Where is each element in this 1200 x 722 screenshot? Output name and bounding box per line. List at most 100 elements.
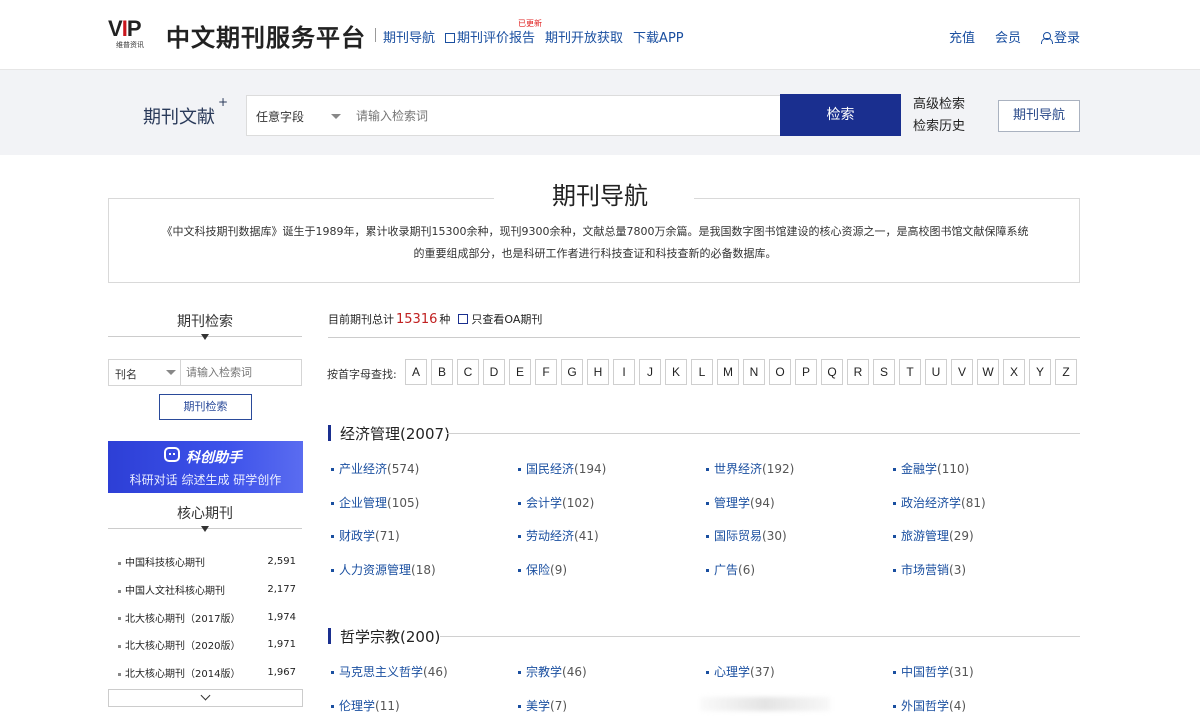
oa-only-checkbox[interactable] [458, 314, 469, 324]
subcategory-link[interactable]: 伦理学(11) [331, 697, 400, 714]
letter-w-button[interactable]: W [977, 359, 999, 385]
subcategory-link[interactable]: 美学(7) [518, 697, 567, 714]
letter-v-button[interactable]: V [951, 359, 973, 385]
subcategory-link[interactable]: 外国哲学(4) [893, 697, 966, 714]
letter-o-button[interactable]: O [769, 359, 791, 385]
core-journal-item[interactable]: 北大核心期刊（2020版） 1,971 [118, 631, 296, 659]
vip-logo[interactable]: VIP 维普资讯 [108, 18, 160, 50]
subcategory-link[interactable]: 政治经济学(81) [893, 494, 986, 511]
core-journal-item[interactable]: 北大核心期刊（2017版） 1,974 [118, 603, 296, 631]
letter-x-button[interactable]: X [1003, 359, 1025, 385]
page-title: 期刊导航 [552, 182, 648, 210]
subcategory-link[interactable]: 管理学(94) [706, 494, 775, 511]
membership-link[interactable]: 会员 [995, 27, 1021, 46]
subcategory-count: (81) [961, 495, 986, 510]
core-journal-item[interactable]: 中国科技核心期刊 2,591 [118, 548, 296, 576]
recharge-link[interactable]: 充值 [949, 27, 975, 46]
letter-p-button[interactable]: P [795, 359, 817, 385]
journal-search-button[interactable]: 期刊检索 [159, 394, 252, 420]
ai-assistant-banner[interactable]: 科创助手 科研对话 综述生成 研学创作 [108, 441, 303, 493]
advanced-search-link[interactable]: 高级检索 [913, 94, 965, 116]
core-journal-item[interactable]: 中国人文社科核心期刊 2,177 [118, 576, 296, 604]
subcategory-link[interactable]: 马克思主义哲学(46) [331, 663, 448, 680]
letter-k-button[interactable]: K [665, 359, 687, 385]
subcategory-name: 马克思主义哲学 [339, 665, 424, 679]
letter-l-button[interactable]: L [691, 359, 713, 385]
journal-nav-button[interactable]: 期刊导航 [998, 100, 1080, 132]
nav-open-access[interactable]: 期刊开放获取 [545, 27, 623, 46]
letter-a-button[interactable]: A [405, 359, 427, 385]
subcategory-count: (37) [750, 665, 775, 679]
letter-h-button[interactable]: H [587, 359, 609, 385]
letter-u-button[interactable]: U [925, 359, 947, 385]
subcategory-link[interactable]: 劳动经济(41) [518, 527, 599, 544]
sidebar-search-input[interactable] [180, 359, 302, 386]
sidebar-search-field-select[interactable]: 刊名 [108, 359, 181, 386]
top-nav-links: 期刊导航 期刊评价报告 期刊开放获取 下载APP [383, 27, 684, 46]
subcategory-link[interactable]: 会计学(102) [518, 494, 594, 511]
subcategory-link[interactable]: 财政学(71) [331, 527, 400, 544]
search-field-select[interactable]: 任意字段 [246, 95, 348, 136]
letter-g-button[interactable]: G [561, 359, 583, 385]
letter-d-button[interactable]: D [483, 359, 505, 385]
subcategory-link[interactable]: 中国哲学(31) [893, 663, 974, 680]
login-link[interactable]: 登录 [1040, 27, 1080, 46]
nav-journal-guide[interactable]: 期刊导航 [383, 27, 435, 46]
search-button[interactable]: 检索 [780, 94, 901, 136]
subcategory-link[interactable]: 国际贸易(30) [706, 527, 787, 544]
search-input[interactable] [347, 95, 781, 136]
letter-f-button[interactable]: F [535, 359, 557, 385]
letter-s-button[interactable]: S [873, 359, 895, 385]
bullet-icon [893, 671, 896, 674]
subcategory-link[interactable]: 产业经济(574) [331, 460, 419, 477]
letter-m-button[interactable]: M [717, 359, 739, 385]
top-navbar: VIP 维普资讯 中文期刊服务平台 期刊导航 期刊评价报告 期刊开放获取 下载A… [0, 0, 1200, 70]
search-history-link[interactable]: 检索历史 [913, 116, 965, 138]
nav-download-app[interactable]: 下载APP [633, 27, 684, 46]
subcategory-link[interactable]: 金融学(110) [893, 460, 969, 477]
subcategory-link[interactable]: 世界经济(192) [706, 460, 794, 477]
subcategory-link[interactable]: 市场营销(3) [893, 561, 966, 578]
subcategory-link[interactable]: 心理学(37) [706, 663, 775, 680]
bullet-icon [706, 535, 709, 538]
letter-i-button[interactable]: I [613, 359, 635, 385]
subcategory-count: (94) [750, 495, 775, 510]
subcategory-name: 金融学 [901, 462, 938, 476]
search-scope-plus[interactable]: + [218, 95, 228, 109]
subcategory-count: (192) [762, 462, 795, 476]
letter-t-button[interactable]: T [899, 359, 921, 385]
subcategory-link[interactable]: 企业管理(105) [331, 494, 419, 511]
core-journal-count: 1,967 [267, 667, 296, 679]
subcategory-link[interactable]: 广告(6) [706, 561, 755, 578]
nav-journal-evaluation[interactable]: 期刊评价报告 [445, 27, 535, 46]
core-journal-item[interactable]: 北大核心期刊（2014版） 1,967 [118, 659, 296, 687]
category-heading[interactable]: 哲学宗教(200) [328, 627, 440, 646]
letter-n-button[interactable]: N [743, 359, 765, 385]
letter-z-button[interactable]: Z [1055, 359, 1077, 385]
subcategory-name: 管理学 [714, 495, 751, 510]
subcategory-name: 旅游管理 [901, 529, 950, 543]
letter-c-button[interactable]: C [457, 359, 479, 385]
category-heading[interactable]: 经济管理(2007) [328, 424, 450, 443]
expand-more-button[interactable] [108, 689, 303, 707]
letter-b-button[interactable]: B [431, 359, 453, 385]
triangle-down-icon [201, 334, 209, 340]
nav-journal-evaluation-label: 期刊评价报告 [457, 31, 536, 46]
subcategory-link[interactable]: 人力资源管理(18) [331, 561, 436, 578]
letter-j-button[interactable]: J [639, 359, 661, 385]
subcategory-link[interactable]: 保险(9) [518, 561, 567, 578]
oa-only-label[interactable]: 只查看OA期刊 [471, 311, 542, 327]
letter-y-button[interactable]: Y [1029, 359, 1051, 385]
bullet-icon [518, 535, 521, 538]
subcategory-name: 保险 [526, 562, 551, 577]
subcategory-link[interactable]: 旅游管理(29) [893, 527, 974, 544]
bullet-icon [118, 644, 121, 648]
subcategory-name: 外国哲学 [901, 698, 950, 713]
letter-r-button[interactable]: R [847, 359, 869, 385]
letter-q-button[interactable]: Q [821, 359, 843, 385]
letter-e-button[interactable]: E [509, 359, 531, 385]
core-journal-name: 北大核心期刊（2017版） [125, 613, 241, 625]
subcategory-link[interactable]: 宗教学(46) [518, 663, 587, 680]
subcategory-link[interactable]: 国民经济(194) [518, 460, 606, 477]
subcategory-count: (6) [738, 562, 756, 577]
